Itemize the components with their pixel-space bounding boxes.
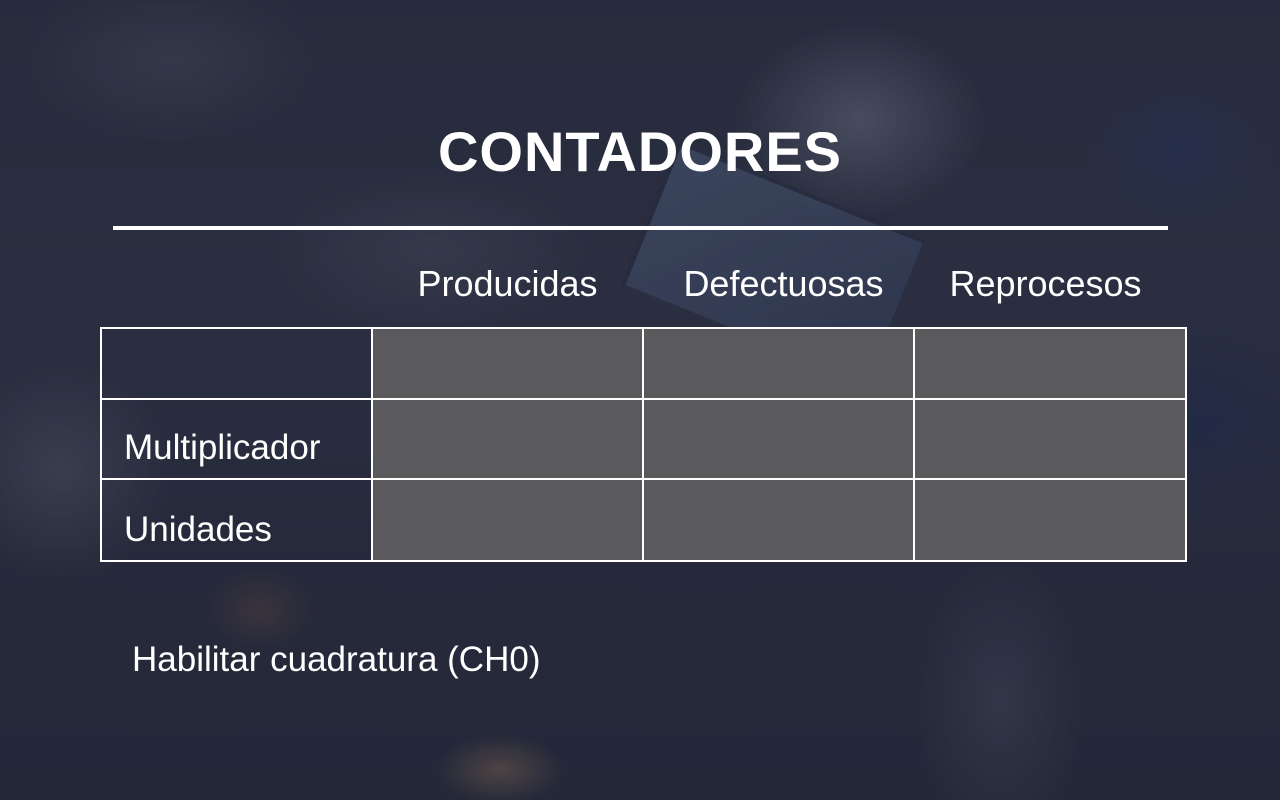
counters-table: Multiplicador Unidades: [100, 327, 1187, 562]
page-title: CONTADORES: [437, 120, 843, 183]
input-reprocesos-unidades[interactable]: [915, 480, 1185, 560]
input-reprocesos-row1[interactable]: [915, 329, 1185, 400]
input-producidas-row1[interactable]: [373, 329, 644, 400]
column-header-defectuosas: Defectuosas: [683, 263, 884, 304]
row-label-multiplicador: Multiplicador: [102, 400, 373, 480]
title-divider: [113, 226, 1168, 230]
input-producidas-unidades[interactable]: [373, 480, 644, 560]
enable-quadrature-option[interactable]: Habilitar cuadratura (CH0): [132, 638, 540, 682]
input-reprocesos-multiplicador[interactable]: [915, 400, 1185, 480]
row-label-unidades: Unidades: [102, 480, 373, 560]
row-label-empty: [102, 329, 373, 400]
input-producidas-multiplicador[interactable]: [373, 400, 644, 480]
counters-panel: CONTADORES Producidas Defectuosas Reproc…: [0, 0, 1280, 800]
input-defectuosas-row1[interactable]: [644, 329, 915, 400]
input-defectuosas-multiplicador[interactable]: [644, 400, 915, 480]
input-defectuosas-unidades[interactable]: [644, 480, 915, 560]
column-header-reprocesos: Reprocesos: [949, 263, 1142, 304]
column-header-producidas: Producidas: [417, 263, 598, 304]
